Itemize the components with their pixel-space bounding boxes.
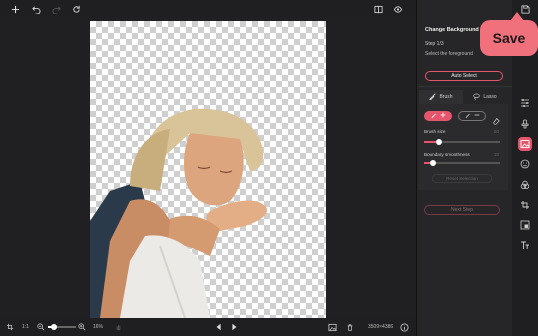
face-icon[interactable] [518,157,532,171]
next-image-icon[interactable] [230,318,238,336]
undo-icon[interactable] [31,4,41,14]
plus-icon [440,112,446,120]
pencil-icon [465,112,471,120]
auto-select-button[interactable]: Auto Select [425,71,503,81]
canvas-area[interactable] [0,17,416,318]
zoom-out-icon[interactable] [37,318,45,336]
crop-view-icon[interactable] [6,318,14,336]
add-brush-button[interactable] [424,111,452,121]
preview-eye-icon[interactable] [393,4,403,14]
top-toolbar [0,0,416,17]
compare-icon[interactable] [373,4,383,14]
next-step-button[interactable]: Next Step [424,205,500,215]
boundary-smoothness-value: 10 [494,152,500,157]
save-callout: Save [480,20,538,56]
zoom-slider[interactable] [48,318,76,336]
bottom-bar: 1:1 16% 3509×4386 [0,318,416,336]
transparent-canvas[interactable] [90,21,326,318]
selection-tabs: Brush Lasso [419,90,507,104]
tab-lasso-label: Lasso [483,94,497,100]
divider [417,86,513,87]
text-icon[interactable] [518,238,532,252]
image-dimensions: 3509×4386 [368,324,394,330]
redo-icon[interactable] [51,4,61,14]
hand-tool-icon[interactable] [115,318,122,336]
erase-brush-button[interactable] [458,111,486,121]
ratio-label[interactable]: 1:1 [22,318,29,336]
reset-icon[interactable] [71,4,81,14]
tab-brush[interactable]: Brush [419,90,463,104]
brush-size-value: 50 [494,129,500,134]
retouch-icon[interactable] [518,117,532,131]
brush-size-slider[interactable] [424,139,500,145]
image-icon[interactable] [328,318,337,336]
boundary-smoothness-label: Boundary smoothness [424,152,470,157]
tab-lasso[interactable]: Lasso [463,90,507,104]
tab-brush-label: Brush [439,94,453,100]
subject-photo [90,108,268,318]
adjust-sliders-icon[interactable] [518,96,532,110]
reset-selection-button[interactable]: Reset Selection [432,174,492,183]
prev-image-icon[interactable] [215,318,223,336]
brush-size-label: Brush size [424,129,446,134]
step-indicator: Step 1/3 [425,41,444,47]
change-background-icon[interactable] [518,137,532,151]
add-icon[interactable] [10,4,20,14]
info-icon[interactable] [400,318,409,336]
effects-icon[interactable] [518,178,532,192]
zoom-value: 16% [93,324,104,330]
boundary-smoothness-slider[interactable] [424,160,500,166]
panel-title: Change Background [425,27,479,33]
crop-icon[interactable] [518,198,532,212]
lasso-icon [473,93,480,102]
eraser-icon[interactable] [492,112,500,130]
brush-icon [429,92,437,102]
brush-settings-card: Brush size 50 Boundary smoothness 10 Res… [418,104,508,190]
pencil-icon [431,112,437,120]
photo-editor-app: 1:1 16% 3509×4386 Change Background Step… [0,0,538,336]
step-description: Select the foreground [425,51,473,57]
zoom-in-icon[interactable] [78,318,86,336]
delete-icon[interactable] [346,318,354,336]
frame-icon[interactable] [518,218,532,232]
minus-icon [474,112,480,120]
